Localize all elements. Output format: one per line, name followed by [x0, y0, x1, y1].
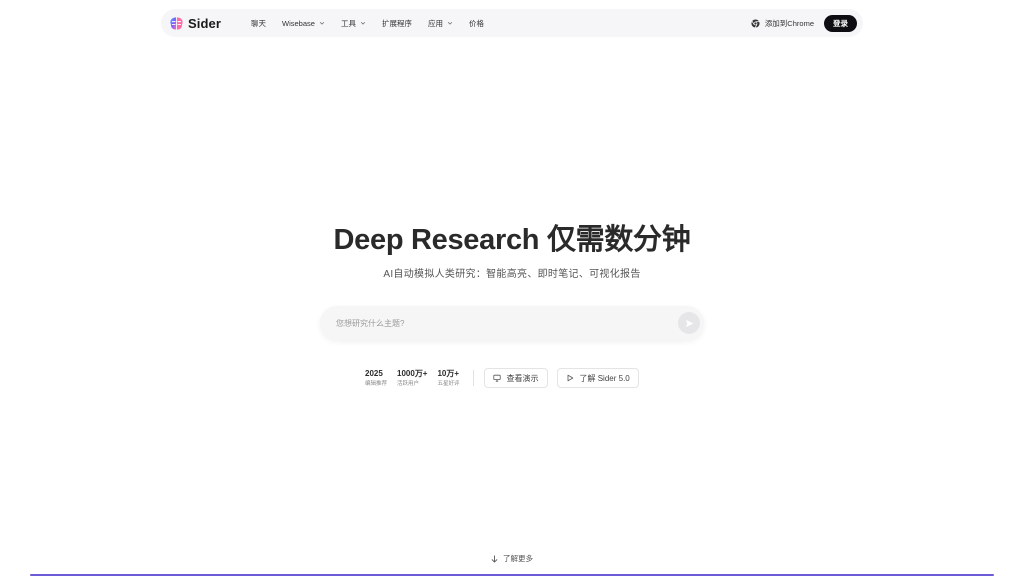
hero-title: Deep Research 仅需数分钟: [333, 224, 691, 256]
nav-item-tools[interactable]: 工具: [333, 12, 374, 34]
login-button[interactable]: 登录: [824, 14, 857, 32]
chevron-down-icon: [360, 21, 366, 25]
nav-right: 添加到Chrome 登录: [751, 14, 857, 32]
add-to-chrome-label: 添加到Chrome: [764, 18, 814, 28]
chrome-icon: [751, 18, 760, 28]
hero-subtitle: AI自动模拟人类研究：智能高亮、即时笔记、可视化报告: [383, 269, 641, 280]
stat-value: 1000万+: [397, 369, 428, 378]
view-demo-label: 查看演示: [506, 373, 539, 383]
stat-label: 活跃用户: [397, 381, 420, 387]
learn-more-label: 了解更多: [503, 554, 533, 563]
top-navbar: Sider 聊天 Wisebase 工具 扩展程序 应用 价格 添加到Chrom…: [161, 9, 863, 37]
nav-item-label: Wisebase: [282, 18, 315, 28]
stat-five-star-reviews: 10万+ 五星好评: [437, 368, 459, 388]
nav-item-extensions[interactable]: 扩展程序: [374, 12, 420, 34]
stat-active-users: 1000万+ 活跃用户: [397, 368, 427, 388]
view-demo-button[interactable]: 查看演示: [483, 368, 548, 388]
learn-more-link[interactable]: 了解更多: [491, 553, 533, 564]
stat-label: 编辑推荐: [365, 381, 388, 387]
research-topic-input[interactable]: [334, 317, 678, 329]
nav-item-label: 聊天: [251, 18, 267, 28]
nav-item-label: 工具: [340, 18, 356, 28]
learn-sider-label: 了解 Sider 5.0: [579, 373, 630, 383]
monitor-icon: [492, 374, 501, 382]
arrow-down-icon: [491, 555, 498, 563]
submit-research-button[interactable]: [678, 312, 700, 334]
nav-item-apps[interactable]: 应用: [420, 12, 461, 34]
chevron-down-icon: [319, 21, 325, 25]
research-search-box: [320, 306, 704, 340]
nav-item-pricing[interactable]: 价格: [461, 12, 492, 34]
nav-item-label: 价格: [468, 18, 484, 28]
stats-divider: [472, 370, 474, 386]
brain-icon: [170, 16, 183, 30]
learn-more-row: 了解更多: [0, 553, 1024, 564]
stat-label: 五星好评: [437, 381, 460, 387]
nav-item-label: 扩展程序: [381, 18, 412, 28]
send-icon: [685, 319, 693, 327]
stat-value: 10万+: [437, 369, 460, 378]
nav-item-label: 应用: [427, 18, 443, 28]
stats-and-actions: 2025 编辑推荐 1000万+ 活跃用户 10万+ 五星好评 查看演示 了解 …: [365, 366, 648, 390]
add-to-chrome-link[interactable]: 添加到Chrome: [751, 18, 814, 29]
stat-value: 2025: [365, 369, 383, 378]
nav-item-wisebase[interactable]: Wisebase: [274, 12, 333, 34]
learn-sider-button[interactable]: 了解 Sider 5.0: [556, 368, 639, 388]
play-icon: [567, 374, 573, 382]
nav-menu: 聊天 Wisebase 工具 扩展程序 应用 价格: [243, 12, 492, 34]
brand-logo-link[interactable]: Sider: [169, 16, 221, 31]
chevron-down-icon: [447, 21, 453, 25]
nav-item-chat[interactable]: 聊天: [243, 12, 274, 34]
brand-name: Sider: [188, 15, 222, 31]
stat-editors-pick: 2025 编辑推荐: [365, 368, 387, 388]
